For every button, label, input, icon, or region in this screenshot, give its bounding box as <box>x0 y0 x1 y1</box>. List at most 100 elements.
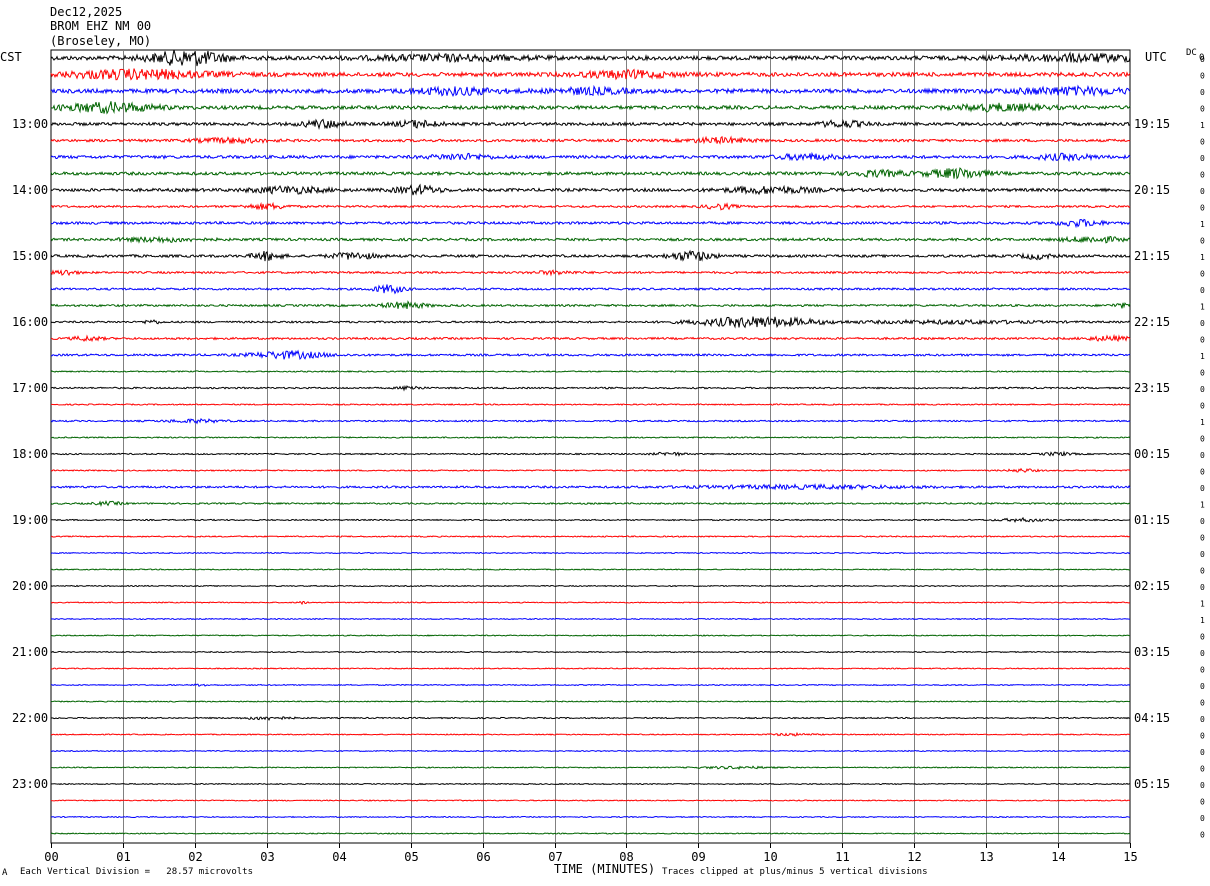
cst-hour-label: 21:00 <box>12 645 48 659</box>
trace-line <box>50 417 1131 425</box>
dc-value: 0 <box>1200 666 1205 675</box>
dc-value: 0 <box>1200 270 1205 279</box>
dc-value: 0 <box>1200 105 1205 114</box>
dc-value: 0 <box>1200 451 1205 460</box>
dc-value: 0 <box>1200 187 1205 196</box>
trace-line <box>50 568 1131 571</box>
dc-value: 0 <box>1200 138 1205 147</box>
trace-line <box>50 269 1131 277</box>
cst-hour-label: 22:00 <box>12 711 48 725</box>
dc-value: 0 <box>1200 699 1205 708</box>
trace-line <box>50 551 1131 555</box>
trace-line <box>50 634 1131 637</box>
x-tick-label: 15 <box>1123 850 1137 864</box>
trace-line <box>51 436 1131 439</box>
dc-value: 1 <box>1200 220 1205 229</box>
trace-line <box>50 731 1131 737</box>
dc-value: 0 <box>1200 517 1205 526</box>
trace-line <box>50 315 1131 329</box>
trace-line <box>50 600 1131 606</box>
dc-value: 0 <box>1200 567 1205 576</box>
x-tick-label: 02 <box>188 850 202 864</box>
cst-hour-label: 16:00 <box>12 315 48 329</box>
utc-hour-label: 20:15 <box>1134 183 1170 197</box>
dc-value: 0 <box>1200 583 1205 592</box>
trace-line <box>50 832 1131 835</box>
trace-line <box>50 683 1131 687</box>
dc-value: 0 <box>1200 781 1205 790</box>
dc-value: 0 <box>1200 319 1205 328</box>
trace-line <box>50 667 1131 670</box>
dc-value: 1 <box>1200 616 1205 625</box>
trace-line <box>50 183 1131 196</box>
cst-hour-label: 19:00 <box>12 513 48 527</box>
dc-value: 0 <box>1200 336 1205 345</box>
trace-line <box>50 650 1131 654</box>
trace-line <box>50 467 1131 473</box>
seismogram-plot: 00 01 02 03 04 05 06 07 08 09 10 11 12 13 14 1500001000… <box>12 49 1205 864</box>
trace-line <box>50 370 1131 373</box>
dc-value: 0 <box>1200 765 1205 774</box>
dc-value: 0 <box>1200 732 1205 741</box>
trace-line <box>50 49 1131 67</box>
location-label: (Broseley, MO) <box>50 34 152 48</box>
trace-line <box>50 84 1131 98</box>
utc-hour-label: 22:15 <box>1134 315 1170 329</box>
x-tick-label: 06 <box>476 850 490 864</box>
x-tick-label: 13 <box>979 850 993 864</box>
clip-text: Traces clipped at plus/minus 5 vertical … <box>662 867 928 877</box>
trace-line <box>50 68 1131 81</box>
x-axis-title: TIME (MINUTES) <box>554 862 656 876</box>
trace-line <box>50 500 1131 507</box>
x-tick-label: 09 <box>691 850 705 864</box>
dc-value: 0 <box>1200 682 1205 691</box>
dc-value: 0 <box>1200 88 1205 97</box>
dc-value: 1 <box>1200 600 1205 609</box>
trace-line <box>50 815 1131 819</box>
utc-hour-label: 00:15 <box>1134 447 1170 461</box>
utc-hour-label: 23:15 <box>1134 381 1170 395</box>
cst-hour-label: 14:00 <box>12 183 48 197</box>
plot-frame <box>50 49 1131 844</box>
utc-hour-label: 04:15 <box>1134 711 1170 725</box>
dc-value: 0 <box>1200 204 1205 213</box>
dc-value: 0 <box>1200 715 1205 724</box>
trace-line <box>50 716 1131 721</box>
utc-hour-label: 05:15 <box>1134 777 1170 791</box>
trace-line <box>50 584 1131 588</box>
dc-label: DC <box>1186 48 1197 58</box>
dc-value: 0 <box>1200 468 1205 477</box>
dc-value: 0 <box>1200 649 1205 658</box>
dc-value: 0 <box>1200 402 1205 411</box>
trace-line <box>50 101 1131 115</box>
trace-line <box>50 167 1131 180</box>
utc-hour-label: 01:15 <box>1134 513 1170 527</box>
dc-value: 1 <box>1200 253 1205 262</box>
utc-hour-label: 02:15 <box>1134 579 1170 593</box>
utc-hour-label: 03:15 <box>1134 645 1170 659</box>
utc-label: UTC <box>1145 50 1167 64</box>
dc-value: 0 <box>1200 814 1205 823</box>
dc-value: 0 <box>1200 237 1205 246</box>
cst-hour-label: 23:00 <box>12 777 48 791</box>
cst-label: CST <box>0 50 22 64</box>
x-tick-label: 11 <box>835 850 849 864</box>
utc-hour-label: 19:15 <box>1134 117 1170 131</box>
trace-line <box>50 782 1131 786</box>
dc-value: 1 <box>1200 418 1205 427</box>
trace-line <box>51 403 1131 406</box>
dc-value: 1 <box>1200 303 1205 312</box>
dc-first-value: 0 <box>1199 53 1205 63</box>
trace-line <box>50 218 1131 229</box>
cst-hour-label: 17:00 <box>12 381 48 395</box>
trace-line <box>50 349 1131 361</box>
trace-line <box>50 749 1131 753</box>
station-label: BROM EHZ NM 00 <box>50 19 152 33</box>
dc-value: 0 <box>1200 748 1205 757</box>
dc-value: 0 <box>1200 385 1205 394</box>
trace-line <box>50 201 1131 211</box>
trace-line <box>50 249 1131 262</box>
trace-line <box>50 284 1131 295</box>
trace-line <box>50 535 1131 538</box>
trace-line <box>50 151 1131 162</box>
